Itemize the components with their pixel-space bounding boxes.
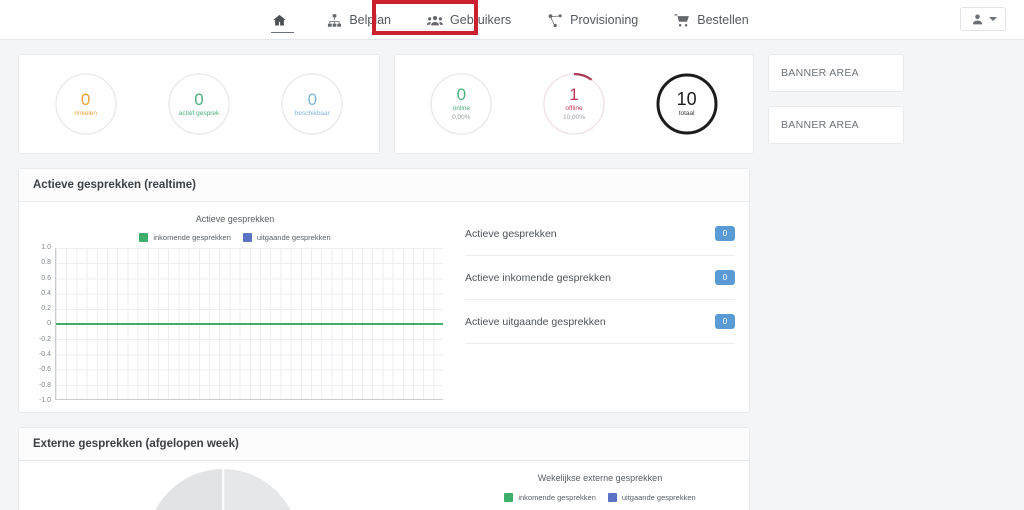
banner-area-1[interactable]: BANNER AREA <box>768 54 904 92</box>
donut-value: 0 <box>80 89 91 109</box>
y-tick: -0.2 <box>38 335 51 343</box>
nav-item-belplan[interactable]: Belplan <box>308 0 409 40</box>
legend-swatch-icon <box>242 233 252 242</box>
donut-percent: 0,00% <box>452 113 471 121</box>
panel-weekly-calls: Externe gesprekken (afgelopen week) Weke… <box>18 427 750 510</box>
donut-value: 10 <box>676 89 697 110</box>
panel-realtime-calls: Actieve gesprekken (realtime) Actieve ge… <box>18 168 750 413</box>
plot-area <box>55 248 443 400</box>
legend-swatch-icon <box>607 493 617 502</box>
user-icon <box>969 11 985 27</box>
donut-offline: 1 offline 10,00% <box>541 71 607 137</box>
list-item: Actieve gesprekken 0 <box>465 212 735 256</box>
legend-swatch-icon <box>139 233 149 242</box>
panel-title: Externe gesprekken (afgelopen week) <box>19 428 749 461</box>
plot-wrapper: 1.0 0.8 0.6 0.4 0.2 0 -0.2 -0.4 -0.6 -0.… <box>27 244 443 404</box>
nav-label-belplan: Belplan <box>349 13 392 27</box>
share-nodes-icon <box>547 12 563 28</box>
y-tick: -0.8 <box>38 381 51 389</box>
y-axis-ticks: 1.0 0.8 0.6 0.4 0.2 0 -0.2 -0.4 -0.6 -0.… <box>27 244 55 404</box>
donut-value: 1 <box>569 85 579 105</box>
donut-totaal: 10 totaal <box>654 71 720 137</box>
donut-rinkelen: 0 rinkelen <box>53 71 119 137</box>
user-menu-button[interactable] <box>960 7 1006 31</box>
list-item-label: Actieve gesprekken <box>465 227 557 240</box>
cart-icon <box>674 12 690 28</box>
legend-item-outgoing[interactable]: uitgaande gesprekken <box>607 493 696 502</box>
y-tick: 0.8 <box>41 259 51 267</box>
legend-item-incoming[interactable]: inkomende gesprekken <box>504 493 596 502</box>
realtime-chart: Actieve gesprekken inkomende gesprekken … <box>19 202 451 412</box>
chart-legend: inkomende gesprekken uitgaande gesprekke… <box>27 233 443 242</box>
status-badge: 0 <box>715 270 735 285</box>
weekly-chart-legend-col: Wekelijkse externe gesprekken inkomende … <box>451 461 749 510</box>
legend-item-incoming[interactable]: inkomende gesprekken <box>139 233 231 242</box>
realtime-stats-list: Actieve gesprekken 0 Actieve inkomende g… <box>451 202 749 412</box>
donut-value: 0 <box>307 89 318 109</box>
nav-label-provisioning: Provisioning <box>570 13 639 27</box>
donut-label: rinkelen <box>74 109 98 117</box>
banner-label: BANNER AREA <box>781 119 859 131</box>
chart-title: Actieve gesprekken <box>195 214 275 224</box>
legend-label: uitgaande gesprekken <box>256 233 331 242</box>
y-tick: 0.6 <box>41 274 51 282</box>
donut-beschikbaar: 0 beschikbaar <box>279 71 345 137</box>
chevron-down-icon <box>989 17 997 21</box>
list-item: Actieve inkomende gesprekken 0 <box>465 256 735 300</box>
donut-value: 0 <box>194 89 204 109</box>
donut-online: 0 online 0,00% <box>428 71 494 137</box>
status-badge: 0 <box>715 226 735 241</box>
legend-label: inkomende gesprekken <box>153 233 231 242</box>
pie-chart-shape <box>147 469 299 510</box>
panel-body: Wekelijkse externe gesprekken inkomende … <box>19 461 749 510</box>
donut-label: online <box>452 105 470 113</box>
legend-label: inkomende gesprekken <box>518 493 596 502</box>
nav-items: Belplan Gebruikers Provisioning Bestelle… <box>257 0 766 40</box>
banner-area-2[interactable]: BANNER AREA <box>768 106 904 144</box>
y-tick: -1.0 <box>38 396 51 404</box>
nav-label-gebruikers: Gebruikers <box>450 13 512 27</box>
chart-title: Wekelijkse externe gesprekken <box>537 473 663 483</box>
donut-actief-gesprek: 0 actief gesprek <box>166 71 232 137</box>
donut-label: beschikbaar <box>294 109 330 117</box>
panel-body: Actieve gesprekken inkomende gesprekken … <box>19 202 749 412</box>
y-tick: 0.4 <box>41 289 51 297</box>
page-content: 0 rinkelen 0 actief gesprek 0 beschikbaa… <box>0 40 1024 510</box>
legend-swatch-icon <box>504 493 514 502</box>
top-navbar: Belplan Gebruikers Provisioning Bestelle… <box>0 0 1024 40</box>
chart-legend: inkomende gesprekken uitgaande gesprekke… <box>451 493 749 502</box>
nav-label-bestellen: Bestellen <box>697 13 749 27</box>
status-card-devices: 0 rinkelen 0 actief gesprek 0 beschikbaa… <box>18 54 380 154</box>
list-item: Actieve uitgaande gesprekken 0 <box>465 300 735 344</box>
donut-percent: 10,00% <box>562 113 585 121</box>
donut-label: totaal <box>678 110 695 118</box>
nav-item-bestellen[interactable]: Bestellen <box>656 0 766 40</box>
list-item-label: Actieve inkomende gesprekken <box>465 271 611 284</box>
donut-label: offline <box>565 105 583 113</box>
donut-value: 0 <box>456 85 467 105</box>
legend-label: uitgaande gesprekken <box>621 493 696 502</box>
sitemap-icon <box>326 12 342 28</box>
series-line-incoming <box>56 323 443 325</box>
nav-item-gebruikers[interactable]: Gebruikers <box>409 0 529 40</box>
donut-label: actief gesprek <box>178 109 220 117</box>
panel-title: Actieve gesprekken (realtime) <box>19 169 749 202</box>
users-icon <box>427 12 444 28</box>
status-badge: 0 <box>715 314 735 329</box>
list-item-label: Actieve uitgaande gesprekken <box>465 315 606 328</box>
home-icon <box>271 12 287 28</box>
y-tick: -0.6 <box>38 366 51 374</box>
status-card-users: 0 online 0,00% 1 offline 10,00% 10 totaa… <box>394 54 754 154</box>
y-tick: 0.2 <box>41 305 51 313</box>
weekly-pie-chart <box>19 461 451 510</box>
legend-item-outgoing[interactable]: uitgaande gesprekken <box>242 233 331 242</box>
top-row: 0 rinkelen 0 actief gesprek 0 beschikbaa… <box>18 54 1006 154</box>
y-tick: 1.0 <box>41 244 51 251</box>
nav-item-provisioning[interactable]: Provisioning <box>529 0 656 40</box>
y-tick: -0.4 <box>38 351 51 359</box>
y-tick: 0 <box>47 320 51 328</box>
banner-label: BANNER AREA <box>781 67 859 79</box>
nav-item-home[interactable] <box>257 0 308 40</box>
banner-column: BANNER AREA BANNER AREA <box>768 54 904 144</box>
